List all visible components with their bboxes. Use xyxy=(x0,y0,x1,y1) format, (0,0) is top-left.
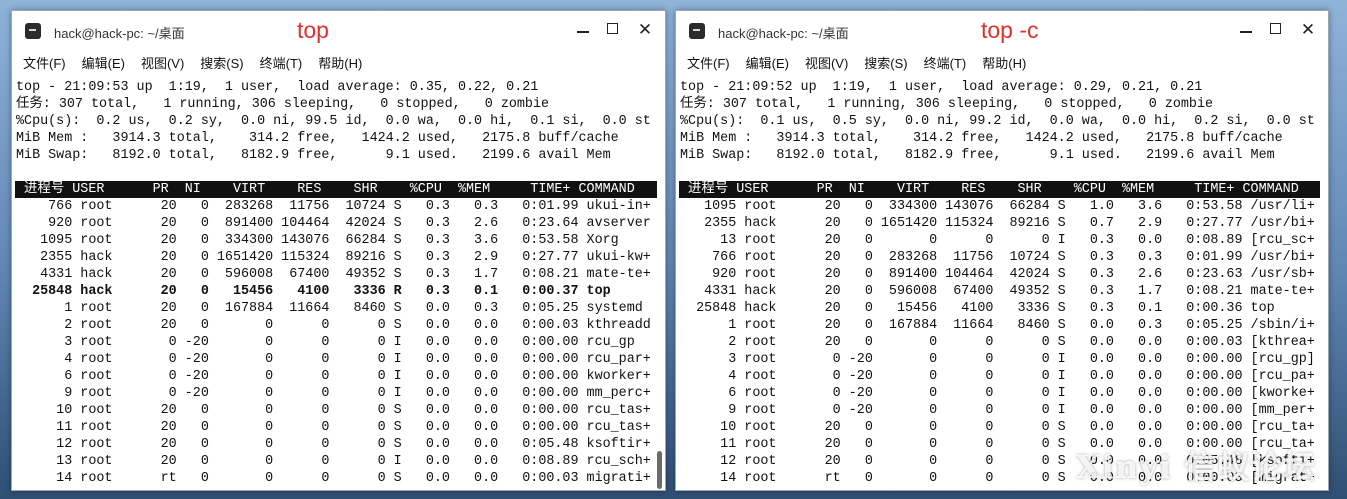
terminal-window-top[interactable]: hack@hack-pc: ~/桌面 top ✕ 文件(F) 编辑(E) 视图(… xyxy=(11,10,666,491)
terminal-output[interactable]: top - 21:09:53 up 1:19, 1 user, load ave… xyxy=(12,79,665,490)
maximize-icon xyxy=(607,23,618,34)
process-row-highlighted: 25848 hack 20 0 15456 4100 3336 R 0.3 0.… xyxy=(16,284,611,299)
annotation-label: top xyxy=(297,17,329,43)
scrollbar[interactable] xyxy=(657,451,662,489)
process-row: 14 root rt 0 0 0 0 S 0.0 0.0 0:00.03 mig… xyxy=(16,471,651,486)
annotation-label: top -c xyxy=(981,17,1039,43)
process-row: 4331 hack 20 0 596008 67400 49352 S 0.3 … xyxy=(680,284,1315,299)
close-icon: ✕ xyxy=(1300,20,1316,39)
title-bar[interactable]: hack@hack-pc: ~/桌面 top ✕ xyxy=(12,11,665,51)
close-button[interactable]: ✕ xyxy=(636,21,654,39)
process-row: 1 root 20 0 167884 11664 8460 S 0.0 0.3 … xyxy=(16,301,643,316)
process-row: 10 root 20 0 0 0 0 S 0.0 0.0 0:00.00 rcu… xyxy=(16,403,651,418)
menu-help[interactable]: 帮助(H) xyxy=(318,53,362,72)
process-row: 2355 hack 20 0 1651420 115324 89216 S 0.… xyxy=(680,216,1315,231)
summary-line: MiB Swap: 8192.0 total, 8182.9 free, 9.1… xyxy=(680,148,1275,163)
process-row: 2 root 20 0 0 0 0 S 0.0 0.0 0:00.03 kthr… xyxy=(16,318,651,333)
close-button[interactable]: ✕ xyxy=(1299,21,1317,39)
menu-terminal[interactable]: 终端(T) xyxy=(924,53,967,72)
minimize-icon xyxy=(1240,31,1252,33)
process-row: 13 root 20 0 0 0 0 I 0.0 0.0 0:08.89 rcu… xyxy=(16,454,651,469)
summary-line: 任务: 307 total, 1 running, 306 sleeping, … xyxy=(16,97,550,112)
process-row: 25848 hack 20 0 15456 4100 3336 S 0.3 0.… xyxy=(680,301,1275,316)
menu-search[interactable]: 搜索(S) xyxy=(864,53,907,72)
process-row: 766 root 20 0 283268 11756 10724 S 0.3 0… xyxy=(680,250,1315,265)
close-icon: ✕ xyxy=(637,20,653,39)
menu-file[interactable]: 文件(F) xyxy=(687,53,730,72)
menu-edit[interactable]: 编辑(E) xyxy=(746,53,789,72)
process-row: 3 root 0 -20 0 0 0 I 0.0 0.0 0:00.00 [rc… xyxy=(680,352,1315,367)
process-row: 4 root 0 -20 0 0 0 I 0.0 0.0 0:00.00 rcu… xyxy=(16,352,651,367)
process-row: 3 root 0 -20 0 0 0 I 0.0 0.0 0:00.00 rcu… xyxy=(16,335,635,350)
process-row: 1 root 20 0 167884 11664 8460 S 0.0 0.3 … xyxy=(680,318,1315,333)
summary-line: %Cpu(s): 0.1 us, 0.5 sy, 0.0 ni, 99.2 id… xyxy=(680,114,1315,129)
process-row: 920 root 20 0 891400 104464 42024 S 0.3 … xyxy=(680,267,1315,282)
menu-edit[interactable]: 编辑(E) xyxy=(82,53,125,72)
process-row: 1095 root 20 0 334300 143076 66284 S 1.0… xyxy=(680,199,1315,214)
terminal-icon xyxy=(25,23,41,39)
terminal-window-top-c[interactable]: hack@hack-pc: ~/桌面 top -c ✕ 文件(F) 编辑(E) … xyxy=(675,10,1329,491)
summary-line: top - 21:09:52 up 1:19, 1 user, load ave… xyxy=(680,80,1203,95)
process-row: 1095 root 20 0 334300 143076 66284 S 0.3… xyxy=(16,233,619,248)
process-row: 2 root 20 0 0 0 0 S 0.0 0.0 0:00.03 [kth… xyxy=(680,335,1315,350)
process-row: 6 root 0 -20 0 0 0 I 0.0 0.0 0:00.00 kwo… xyxy=(16,369,651,384)
summary-line: top - 21:09:53 up 1:19, 1 user, load ave… xyxy=(16,80,539,95)
menu-bar: 文件(F) 编辑(E) 视图(V) 搜索(S) 终端(T) 帮助(H) xyxy=(12,51,665,73)
window-title: hack@hack-pc: ~/桌面 xyxy=(54,26,185,41)
menu-file[interactable]: 文件(F) xyxy=(23,53,66,72)
summary-line: 任务: 307 total, 1 running, 306 sleeping, … xyxy=(680,97,1214,112)
minimize-button[interactable] xyxy=(1237,21,1255,39)
process-row: 4 root 0 -20 0 0 0 I 0.0 0.0 0:00.00 [rc… xyxy=(680,369,1315,384)
forum-watermark: Xinyi 信蚁论坛 xyxy=(1075,448,1316,486)
menu-terminal[interactable]: 终端(T) xyxy=(260,53,303,72)
menu-search[interactable]: 搜索(S) xyxy=(200,53,243,72)
menu-help[interactable]: 帮助(H) xyxy=(982,53,1026,72)
process-row: 9 root 0 -20 0 0 0 I 0.0 0.0 0:00.00 [mm… xyxy=(680,403,1315,418)
maximize-icon xyxy=(1270,23,1281,34)
maximize-button[interactable] xyxy=(1268,21,1286,39)
process-table-header: 进程号 USER PR NI VIRT RES SHR %CPU %MEM TI… xyxy=(15,181,657,198)
process-row: 766 root 20 0 283268 11756 10724 S 0.3 0… xyxy=(16,199,651,214)
summary-line: %Cpu(s): 0.2 us, 0.2 sy, 0.0 ni, 99.5 id… xyxy=(16,114,651,129)
menu-view[interactable]: 视图(V) xyxy=(141,53,184,72)
process-row: 920 root 20 0 891400 104464 42024 S 0.3 … xyxy=(16,216,651,231)
minimize-button[interactable] xyxy=(574,21,592,39)
process-row: 13 root 20 0 0 0 0 I 0.3 0.0 0:08.89 [rc… xyxy=(680,233,1315,248)
process-row: 10 root 20 0 0 0 0 S 0.0 0.0 0:00.00 [rc… xyxy=(680,420,1315,435)
title-bar[interactable]: hack@hack-pc: ~/桌面 top -c ✕ xyxy=(676,11,1328,51)
menu-bar: 文件(F) 编辑(E) 视图(V) 搜索(S) 终端(T) 帮助(H) xyxy=(676,51,1328,73)
summary-line: MiB Mem : 3914.3 total, 314.2 free, 1424… xyxy=(680,131,1283,146)
process-row: 12 root 20 0 0 0 0 S 0.0 0.0 0:05.48 kso… xyxy=(16,437,651,452)
process-row: 6 root 0 -20 0 0 0 I 0.0 0.0 0:00.00 [kw… xyxy=(680,386,1315,401)
menu-view[interactable]: 视图(V) xyxy=(805,53,848,72)
process-row: 4331 hack 20 0 596008 67400 49352 S 0.3 … xyxy=(16,267,651,282)
summary-line: MiB Swap: 8192.0 total, 8182.9 free, 9.1… xyxy=(16,148,611,163)
minimize-icon xyxy=(577,31,589,33)
terminal-output[interactable]: top - 21:09:52 up 1:19, 1 user, load ave… xyxy=(676,79,1328,490)
maximize-button[interactable] xyxy=(605,21,623,39)
process-row: 2355 hack 20 0 1651420 115324 89216 S 0.… xyxy=(16,250,651,265)
process-table-header: 进程号 USER PR NI VIRT RES SHR %CPU %MEM TI… xyxy=(679,181,1320,198)
summary-line: MiB Mem : 3914.3 total, 314.2 free, 1424… xyxy=(16,131,619,146)
window-title: hack@hack-pc: ~/桌面 xyxy=(718,26,849,41)
terminal-icon xyxy=(689,23,705,39)
process-row: 11 root 20 0 0 0 0 S 0.0 0.0 0:00.00 rcu… xyxy=(16,420,651,435)
process-row: 9 root 0 -20 0 0 0 I 0.0 0.0 0:00.00 mm_… xyxy=(16,386,651,401)
